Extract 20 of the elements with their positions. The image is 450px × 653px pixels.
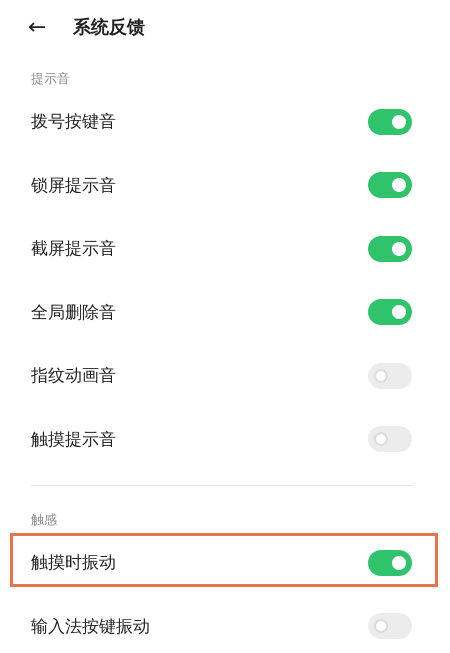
toggle-switch[interactable] — [368, 299, 412, 326]
setting-label: 截屏提示音 — [31, 238, 116, 260]
section-label: 提示音 — [30, 71, 71, 89]
setting-label: 全局删除音 — [31, 302, 116, 324]
toggle-switch[interactable] — [368, 550, 412, 576]
toggle-switch[interactable] — [368, 426, 412, 452]
setting-label: 指纹动画音 — [31, 365, 116, 388]
toggle-switch[interactable] — [368, 172, 412, 198]
toggle-switch[interactable] — [368, 236, 412, 262]
setting-label: 拨号按键音 — [31, 111, 116, 134]
back-button[interactable]: ← — [28, 14, 58, 40]
setting-label: 输入法按键振动 — [31, 616, 150, 638]
setting-label: 触摸提示音 — [31, 428, 116, 451]
setting-label: 锁屏提示音 — [31, 174, 116, 197]
page-title: 系统反馈 — [73, 16, 145, 39]
toggle-switch[interactable] — [368, 108, 412, 135]
toggle-switch[interactable] — [368, 362, 412, 389]
setting-label: 触摸时振动 — [31, 552, 116, 574]
section-label: 触感 — [30, 512, 58, 530]
toggle-switch[interactable] — [368, 613, 412, 640]
